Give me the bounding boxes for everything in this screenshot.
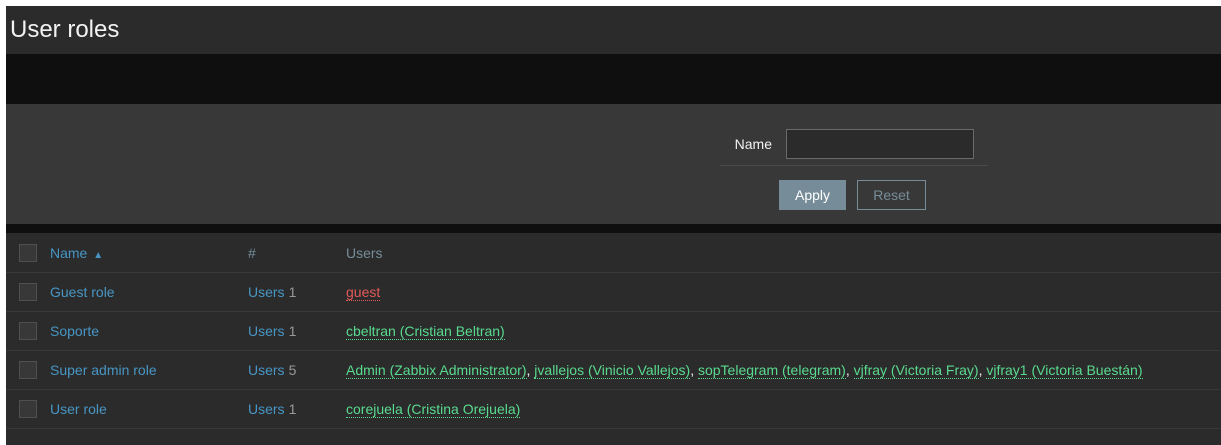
users-list-cell: Admin (Zabbix Administrator), jvallejos … [346, 350, 1221, 390]
users-count-cell: Users 5 [248, 350, 346, 390]
row-select-cell [6, 311, 50, 351]
reset-button[interactable]: Reset [857, 180, 926, 210]
row-select-cell [6, 272, 50, 312]
users-link[interactable]: Users [248, 401, 285, 417]
row-select-cell [6, 350, 50, 390]
select-all-checkbox[interactable] [19, 243, 37, 262]
users-count: 1 [288, 401, 297, 417]
row-select-cell [6, 389, 50, 429]
users-link[interactable]: Users [248, 362, 285, 378]
name-column-header: Name ▲ [50, 233, 248, 273]
users-list-cell: guest [346, 272, 1221, 312]
users-link[interactable]: Users [248, 284, 285, 300]
app-window: User roles Name Apply Reset Name ▲ # Use… [6, 6, 1221, 445]
users-count: 1 [288, 323, 297, 339]
select-all-cell [6, 233, 50, 273]
table-row: Guest role Users 1 guest [6, 272, 1221, 312]
user-link[interactable]: corejuela (Cristina Orejuela) [346, 401, 521, 418]
sort-ascending-icon: ▲ [93, 249, 104, 261]
page-header: User roles [6, 6, 1221, 54]
filter-name-label: Name [734, 135, 772, 152]
users-count: 5 [288, 362, 297, 378]
role-name-cell: Soporte [50, 311, 248, 351]
filter-buttons: Apply Reset [779, 180, 926, 210]
user-link[interactable]: cbeltran (Cristian Beltran) [346, 323, 505, 340]
name-column-label: Name [50, 244, 88, 261]
sort-by-name-link[interactable]: Name ▲ [50, 245, 103, 261]
users-list-cell: cbeltran (Cristian Beltran) [346, 311, 1221, 351]
role-name-cell: User role [50, 389, 248, 429]
user-link[interactable]: sopTelegram (telegram) [697, 362, 846, 379]
row-checkbox[interactable] [19, 283, 37, 302]
user-link[interactable]: vjfray (Victoria Fray) [853, 362, 979, 379]
filter-panel: Name Apply Reset [6, 104, 1221, 224]
row-checkbox[interactable] [19, 361, 37, 380]
tabs-strip [6, 54, 1221, 104]
users-link[interactable]: Users [248, 323, 285, 339]
table-row: User role Users 1 corejuela (Cristina Oreju… [6, 389, 1221, 429]
table-header-row: Name ▲ # Users [6, 233, 1221, 273]
users-count-cell: Users 1 [248, 311, 346, 351]
role-name-link[interactable]: Soporte [50, 323, 99, 339]
users-count-cell: Users 1 [248, 389, 346, 429]
table-row: Soporte Users 1 cbeltran (Cristian Beltran) [6, 311, 1221, 351]
count-column-header: # [248, 233, 346, 273]
row-checkbox[interactable] [19, 400, 37, 419]
users-list-cell: corejuela (Cristina Orejuela) [346, 389, 1221, 429]
role-name-link[interactable]: Super admin role [50, 362, 157, 378]
role-name-link[interactable]: User role [50, 401, 107, 417]
role-name-link[interactable]: Guest role [50, 284, 115, 300]
role-name-cell: Super admin role [50, 350, 248, 390]
filter-name-input[interactable] [786, 128, 974, 159]
role-name-cell: Guest role [50, 272, 248, 312]
user-link[interactable]: guest [346, 284, 381, 301]
users-count-cell: Users 1 [248, 272, 346, 312]
users-column-header: Users [346, 233, 1221, 273]
filter-name-row: Name [720, 122, 988, 166]
user-link[interactable]: Admin (Zabbix Administrator) [346, 362, 527, 379]
page-title: User roles [10, 16, 120, 43]
roles-table: Name ▲ # Users Guest role Users 1 guest Sopo… [6, 233, 1221, 429]
row-checkbox[interactable] [19, 322, 37, 341]
users-count: 1 [288, 284, 297, 300]
user-link[interactable]: vjfray1 (Victoria Buestán) [986, 362, 1143, 379]
table-row: Super admin role Users 5 Admin (Zabbix Admi… [6, 350, 1221, 390]
user-link[interactable]: jvallejos (Vinicio Vallejos) [534, 362, 691, 379]
apply-button[interactable]: Apply [779, 180, 846, 210]
separator [6, 224, 1221, 233]
